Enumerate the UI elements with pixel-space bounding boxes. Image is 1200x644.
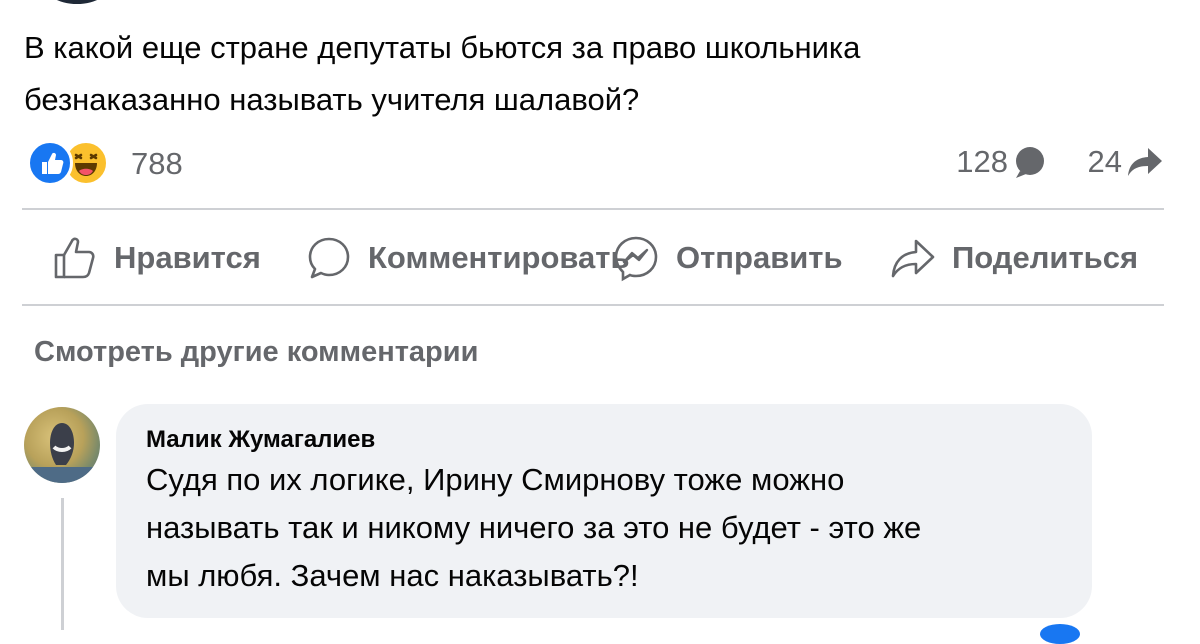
comment-author[interactable]: Малик Жумагалиев xyxy=(146,426,1062,454)
send-button[interactable]: Отправить xyxy=(612,230,843,286)
divider xyxy=(22,304,1164,306)
like-icon xyxy=(27,140,73,186)
post-text: В какой еще стране депутаты бьются за пр… xyxy=(24,22,1024,126)
commenter-avatar[interactable] xyxy=(24,407,100,483)
view-more-comments-link[interactable]: Смотреть другие комментарии xyxy=(34,336,478,369)
comment-count-value: 128 xyxy=(956,144,1008,179)
thread-line xyxy=(61,498,64,630)
comment-text-line: называть так и никому ничего за это не б… xyxy=(146,510,922,545)
post-text-line: В какой еще стране депутаты бьются за пр… xyxy=(24,30,861,65)
comment-button[interactable]: Комментировать xyxy=(306,230,630,286)
reaction-badge-icon xyxy=(1040,624,1080,644)
messenger-icon xyxy=(614,236,658,282)
share-label: Поделиться xyxy=(952,240,1139,275)
divider xyxy=(22,208,1164,210)
share-button[interactable]: Поделиться xyxy=(888,230,1138,286)
comment-icon xyxy=(308,237,350,279)
like-label: Нравится xyxy=(114,240,261,275)
reaction-count: 788 xyxy=(131,146,183,181)
share-count[interactable]: 24 xyxy=(1088,144,1164,180)
share-arrow-icon xyxy=(1128,148,1162,176)
comment-text-line: Судя по их логике, Ирину Смирнову тоже м… xyxy=(146,462,845,497)
share-count-value: 24 xyxy=(1087,144,1122,179)
comment-text-line: мы любя. Зачем нас наказывать?! xyxy=(146,558,639,593)
comment-count[interactable]: 128 xyxy=(956,144,1048,180)
like-button[interactable]: Нравится xyxy=(52,230,261,286)
post-actions: Нравится Комментировать Отправить Подели… xyxy=(0,230,1200,290)
comment-bubble: Малик Жумагалиев Судя по их логике, Ирин… xyxy=(116,404,1092,618)
poster-avatar[interactable] xyxy=(42,0,112,4)
comment-label: Комментировать xyxy=(368,240,630,275)
share-icon xyxy=(891,239,935,278)
comment-bubble-icon xyxy=(1016,147,1044,178)
send-label: Отправить xyxy=(676,240,843,275)
thumbs-up-icon xyxy=(54,237,95,279)
post-text-line: безнаказанно называть учителя шалавой? xyxy=(24,82,640,117)
